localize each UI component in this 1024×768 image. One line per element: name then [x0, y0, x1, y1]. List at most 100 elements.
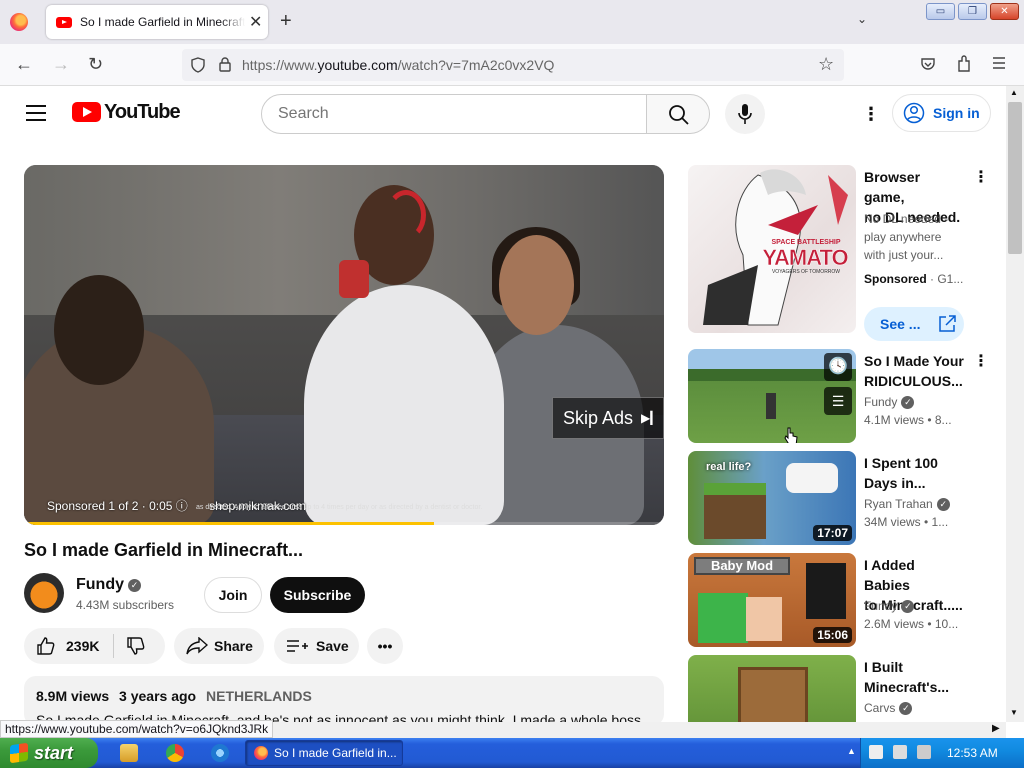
browser-tab-active[interactable]: So I made Garfield in Minecraft ✕: [46, 5, 268, 39]
video-thumbnail[interactable]: [688, 655, 856, 722]
start-button[interactable]: start: [0, 738, 98, 768]
lock-icon[interactable]: [218, 56, 232, 72]
ad-scene-person: [499, 235, 574, 335]
verified-check-icon: ✓: [936, 498, 950, 511]
close-window-button[interactable]: ✕: [990, 3, 1019, 20]
sponsored-thumbnail[interactable]: SPACE BATTLESHIP YAMATO VOYAGERS OF TOMO…: [688, 165, 856, 333]
chrome-icon[interactable]: [166, 744, 184, 762]
sign-in-button[interactable]: Sign in: [892, 94, 991, 132]
video-thumbnail[interactable]: Baby Mod 15:06: [688, 553, 856, 647]
like-count[interactable]: 239K: [66, 638, 99, 654]
forward-arrow-icon[interactable]: →: [52, 54, 70, 75]
video-channel[interactable]: Fundy ✓: [864, 599, 915, 613]
thumb-green-blob: [698, 593, 748, 643]
see-more-label: See ...: [880, 316, 921, 332]
video-channel[interactable]: Ryan Trahan ✓: [864, 497, 950, 511]
clock[interactable]: 12:53 AM: [947, 746, 998, 760]
scrollbar-thumb[interactable]: [1008, 102, 1022, 254]
media-player-icon[interactable]: [120, 744, 138, 762]
settings-kebab-icon[interactable]: ⋮: [862, 104, 880, 125]
system-tray: ▲: [847, 738, 1024, 768]
channel-name[interactable]: Fundy ✓: [76, 576, 141, 594]
recommended-video[interactable]: Baby Mod 15:06 I Added Babies to Minecraf…: [688, 553, 988, 649]
channel-avatar[interactable]: [24, 573, 64, 613]
bookmark-star-icon[interactable]: ☆: [818, 54, 834, 75]
video-player[interactable]: Sponsored 1 of 2 · 0:05 ⓘ shop.mikmak.co…: [24, 165, 664, 525]
thumb-crafting-table: [738, 667, 808, 722]
thumbs-down-icon[interactable]: [126, 636, 146, 656]
search-input[interactable]: [261, 94, 647, 134]
guide-menu-icon[interactable]: [26, 105, 46, 121]
scroll-right-icon[interactable]: ▶: [992, 723, 1000, 734]
see-more-button[interactable]: See ...: [864, 307, 964, 341]
firefox-logo-icon[interactable]: [10, 13, 28, 31]
account-icon: [903, 102, 925, 124]
more-actions-button[interactable]: •••: [367, 628, 403, 664]
scroll-up-icon[interactable]: ▲: [1010, 88, 1018, 97]
share-button[interactable]: Share: [174, 628, 264, 664]
url-text[interactable]: https://www.youtube.com/watch?v=7mA2c0vx…: [242, 57, 554, 73]
reload-icon[interactable]: ↻: [88, 54, 103, 75]
recommended-video[interactable]: real life? 17:07 I Spent 100 Days in... R…: [688, 451, 988, 547]
ad-info-icon[interactable]: ⓘ: [176, 499, 188, 513]
vertical-scrollbar[interactable]: ▲ ▼: [1006, 86, 1024, 722]
watch-later-icon[interactable]: 🕓: [824, 353, 852, 381]
youtube-logo-icon[interactable]: [72, 102, 101, 122]
thumbs-up-icon[interactable]: [36, 636, 56, 656]
video-thumbnail[interactable]: 🕓 ☰: [688, 349, 856, 443]
list-all-tabs-icon[interactable]: ⌄: [857, 12, 867, 26]
youtube-wordmark[interactable]: YouTube: [104, 101, 181, 124]
join-button[interactable]: Join: [204, 577, 262, 613]
video-thumbnail[interactable]: real life? 17:07: [688, 451, 856, 545]
app-menu-icon[interactable]: [992, 57, 1006, 69]
upload-location[interactable]: NETHERLANDS: [206, 688, 312, 704]
ad-progress-fill: [24, 522, 434, 525]
description-box[interactable]: 8.9M views 3 years ago NETHERLANDS So I …: [24, 676, 664, 728]
ad-scene-cup: [339, 260, 369, 298]
pocket-icon[interactable]: [920, 56, 936, 72]
internet-explorer-icon[interactable]: [211, 744, 229, 762]
tab-close-icon[interactable]: ✕: [249, 12, 262, 32]
tracking-shield-icon[interactable]: [190, 57, 206, 73]
browser-tab-bar: So I made Garfield in Minecraft ✕ + ⌄ ▭ …: [0, 0, 1024, 44]
video-menu-icon[interactable]: ⋮: [973, 351, 989, 371]
video-channel[interactable]: Fundy ✓: [864, 395, 915, 409]
new-tab-button[interactable]: +: [280, 10, 292, 33]
maximize-button[interactable]: ❐: [958, 3, 987, 20]
voice-search-button[interactable]: [725, 94, 765, 134]
more-horiz-icon: •••: [377, 638, 393, 654]
search-button[interactable]: [646, 94, 710, 134]
view-count: 8.9M views: [36, 688, 110, 704]
video-channel[interactable]: Carvs ✓: [864, 701, 913, 715]
windows-taskbar: start So I made Garfield in... ▲ 12:53 A…: [0, 738, 1024, 768]
thumb-dirt-block: [704, 483, 766, 539]
save-label: Save: [316, 638, 349, 654]
minimize-button[interactable]: ▭: [926, 3, 955, 20]
recommended-video[interactable]: 🕓 ☰ So I Made Your RIDICULOUS... Fundy ✓ 4…: [688, 349, 989, 445]
extensions-icon[interactable]: [956, 55, 972, 73]
taskbar-firefox-window[interactable]: So I made Garfield in...: [245, 740, 403, 766]
playlist-add-icon: [287, 640, 308, 652]
address-bar[interactable]: https://www.youtube.com/watch?v=7mA2c0vx…: [182, 49, 844, 81]
ad-counter: Sponsored 1 of 2 · 0:05: [47, 499, 173, 513]
scroll-down-icon[interactable]: ▼: [1010, 708, 1018, 717]
save-button[interactable]: Save: [274, 628, 359, 664]
video-title: I Built Minecraft's...: [864, 659, 950, 695]
back-arrow-icon[interactable]: ←: [15, 54, 33, 75]
ad-progress-bar[interactable]: [24, 522, 664, 525]
sponsored-label: Sponsored · G1...: [864, 272, 964, 286]
volume-icon[interactable]: [917, 745, 931, 759]
skip-ads-label: Skip Ads: [563, 407, 634, 428]
network-icon[interactable]: [893, 745, 907, 759]
recommended-video[interactable]: I Built Minecraft's... Carvs ✓: [688, 655, 988, 722]
sponsored-card[interactable]: SPACE BATTLESHIP YAMATO VOYAGERS OF TOMO…: [688, 165, 989, 345]
video-meta: 34M views • 1...: [864, 515, 949, 529]
video-duration: 15:06: [813, 627, 852, 643]
add-to-queue-icon[interactable]: ☰: [824, 387, 852, 415]
security-alert-icon[interactable]: [869, 745, 883, 759]
tab-title: So I made Garfield in Minecraft: [80, 15, 245, 29]
sponsored-menu-icon[interactable]: ⋮: [973, 167, 989, 187]
skip-ads-button[interactable]: Skip Ads ▶▎: [552, 397, 664, 439]
show-hidden-icons-icon[interactable]: ▲: [847, 746, 856, 756]
subscribe-button[interactable]: Subscribe: [270, 577, 365, 613]
